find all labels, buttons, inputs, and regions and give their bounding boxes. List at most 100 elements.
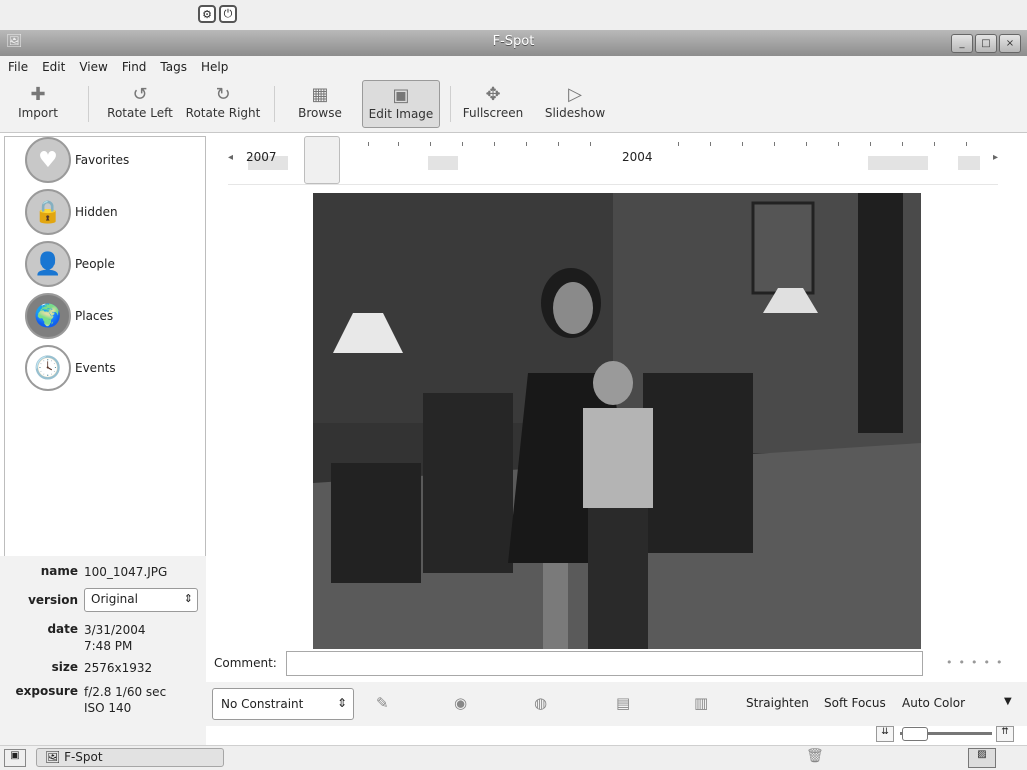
menu-find[interactable]: Find — [122, 60, 147, 74]
time-value: 7:48 PM — [84, 639, 133, 653]
globe-icon: 🌍 — [25, 293, 71, 339]
auto-color-button[interactable]: Auto Color — [902, 696, 965, 710]
maximize-button[interactable]: □ — [975, 34, 997, 53]
desaturate-icon[interactable]: ◍ — [534, 694, 547, 712]
slideshow-button[interactable]: ▷ Slideshow — [540, 80, 610, 128]
tag-label: People — [75, 257, 115, 271]
toolbar-separator — [274, 86, 275, 122]
timeline-tick — [398, 142, 399, 146]
scroll-right-icon[interactable]: ▸ — [993, 152, 998, 163]
zoom-control: ⇊ ⇈ — [870, 726, 1020, 742]
soft-focus-button[interactable]: Soft Focus — [824, 696, 886, 710]
timeline-tick — [558, 142, 559, 146]
timeline-bar — [868, 156, 928, 170]
window-title: F-Spot — [492, 34, 535, 49]
timeline-bar — [958, 156, 980, 170]
timeline-tick — [590, 142, 591, 146]
timeline-tick — [368, 142, 369, 146]
timeline-tick — [870, 142, 871, 146]
constraint-select[interactable]: No Constraint ⇕ — [212, 688, 354, 720]
timeline-tick — [430, 142, 431, 146]
edit-image-icon: ▣ — [392, 85, 410, 106]
taskbar-window-button[interactable]: 🖼 F-Spot — [36, 748, 224, 767]
comment-input[interactable] — [286, 651, 923, 676]
tag-places[interactable]: 🌍 Places — [25, 293, 113, 339]
timeline[interactable]: ◂ 2007 2004 ▸ — [228, 136, 998, 185]
menu-tags[interactable]: Tags — [160, 60, 187, 74]
scroll-left-icon[interactable]: ◂ — [228, 152, 233, 163]
top-panel: ⚙ ⏻ — [0, 0, 1027, 30]
exposure-value: f/2.8 1/60 sec — [84, 685, 167, 699]
heart-icon: ♥ — [25, 137, 71, 183]
taskbar-window-label: F-Spot — [64, 750, 103, 764]
photo-info-panel: name 100_1047.JPG version Original ⇕ dat… — [0, 556, 206, 746]
rotate-left-label: Rotate Left — [107, 106, 173, 120]
power-icon[interactable]: ⏻ — [219, 5, 237, 23]
tag-label: Places — [75, 309, 114, 323]
rotate-right-button[interactable]: ↻ Rotate Right — [182, 80, 264, 128]
timeline-tick — [526, 142, 527, 146]
crop-icon[interactable]: ✎ — [376, 694, 389, 712]
timeline-handle[interactable] — [304, 136, 340, 184]
tag-hidden[interactable]: 🔒 Hidden — [25, 189, 118, 235]
toolbar-separator — [88, 86, 89, 122]
resize-grip[interactable]: ••••• — [946, 656, 1008, 669]
date-value: 3/31/2004 — [84, 623, 146, 637]
edit-toolbar: No Constraint ⇕ ✎ ◉ ◍ ▤ ▥ Straighten Sof… — [206, 682, 1027, 726]
menu-file[interactable]: File — [8, 60, 28, 74]
import-label: Import — [18, 106, 58, 120]
timeline-year: 2004 — [622, 150, 653, 164]
f-spot-task-icon: 🖼 — [45, 750, 65, 764]
menu-view[interactable]: View — [79, 60, 107, 74]
overflow-arrow-icon[interactable]: ▼ — [1004, 696, 1012, 707]
menu-help[interactable]: Help — [201, 60, 228, 74]
comment-label: Comment: — [214, 656, 277, 670]
toolbar-separator — [450, 86, 451, 122]
zoom-slider-knob[interactable] — [902, 727, 928, 741]
panel-applets: ⚙ ⏻ — [198, 5, 237, 23]
zoom-in-icon[interactable]: ⇈ — [996, 726, 1014, 742]
play-icon: ▷ — [568, 84, 582, 105]
timeline-tick — [494, 142, 495, 146]
tag-events[interactable]: 🕓 Events — [25, 345, 116, 391]
workspace-switcher[interactable]: ▨ — [968, 748, 996, 768]
show-desktop-icon[interactable]: ▣ — [4, 749, 26, 767]
version-select[interactable]: Original ⇕ — [84, 588, 198, 612]
browse-button[interactable]: ▦ Browse — [290, 80, 350, 128]
tag-favorites[interactable]: ♥ Favorites — [25, 137, 129, 183]
rotate-right-icon: ↻ — [215, 84, 231, 105]
timeline-bar — [428, 156, 458, 170]
timeline-tick — [838, 142, 839, 146]
bottom-panel: ▣ 🖼 F-Spot 🗑 ▨ — [0, 745, 1027, 770]
window-titlebar[interactable]: 🖼 F-Spot _ □ × — [0, 30, 1027, 57]
version-label: version — [28, 593, 78, 607]
edit-image-button[interactable]: ▣ Edit Image — [362, 80, 440, 128]
timeline-tick — [806, 142, 807, 146]
straighten-button[interactable]: Straighten — [746, 696, 809, 710]
zoom-out-icon[interactable]: ⇊ — [876, 726, 894, 742]
rotate-left-icon: ↺ — [132, 84, 148, 105]
adjust-colors-icon[interactable]: ▥ — [694, 694, 708, 712]
photo-view[interactable] — [313, 193, 921, 649]
redeye-icon[interactable]: ◉ — [454, 694, 467, 712]
minimize-button[interactable]: _ — [951, 34, 973, 53]
import-button[interactable]: ✚ Import — [8, 80, 68, 128]
fullscreen-button[interactable]: ✥ Fullscreen — [458, 80, 528, 128]
rotate-left-button[interactable]: ↺ Rotate Left — [100, 80, 180, 128]
name-label: name — [40, 564, 78, 578]
rotate-right-label: Rotate Right — [185, 106, 261, 120]
menu-edit[interactable]: Edit — [42, 60, 65, 74]
tag-people[interactable]: 👤 People — [25, 241, 115, 287]
window-controls: _ □ × — [951, 34, 1021, 53]
settings-applet-icon[interactable]: ⚙ — [198, 5, 216, 23]
trash-icon[interactable]: 🗑 — [806, 748, 824, 764]
browse-label: Browse — [298, 106, 342, 120]
spin-arrows-icon: ⇕ — [183, 592, 193, 605]
sepia-icon[interactable]: ▤ — [616, 694, 630, 712]
name-value: 100_1047.JPG — [84, 565, 168, 579]
slideshow-label: Slideshow — [544, 106, 606, 120]
exposure-label: exposure — [15, 684, 78, 698]
tag-label: Favorites — [75, 153, 130, 167]
close-button[interactable]: × — [999, 34, 1021, 53]
timeline-tick — [462, 142, 463, 146]
